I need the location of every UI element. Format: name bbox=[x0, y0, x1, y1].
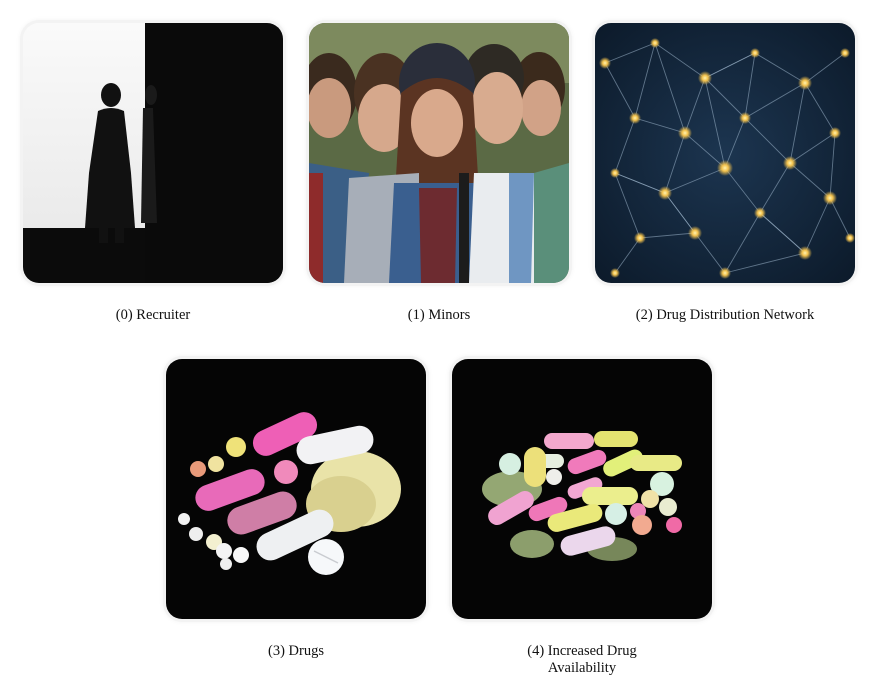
caption-minors: (1) Minors bbox=[407, 307, 471, 323]
network-image bbox=[595, 23, 855, 283]
recruiter-image bbox=[23, 23, 283, 283]
drugs-image bbox=[166, 359, 426, 619]
caption-recruiter: (0) Recruiter bbox=[115, 307, 191, 323]
caption-increased-availability: (4) Increased Drug Availability bbox=[527, 643, 637, 676]
caption-drugs: (3) Drugs bbox=[268, 643, 324, 659]
increased-availability-image bbox=[452, 359, 712, 619]
caption-network: (2) Drug Distribution Network bbox=[635, 307, 815, 323]
minors-image bbox=[309, 23, 569, 283]
